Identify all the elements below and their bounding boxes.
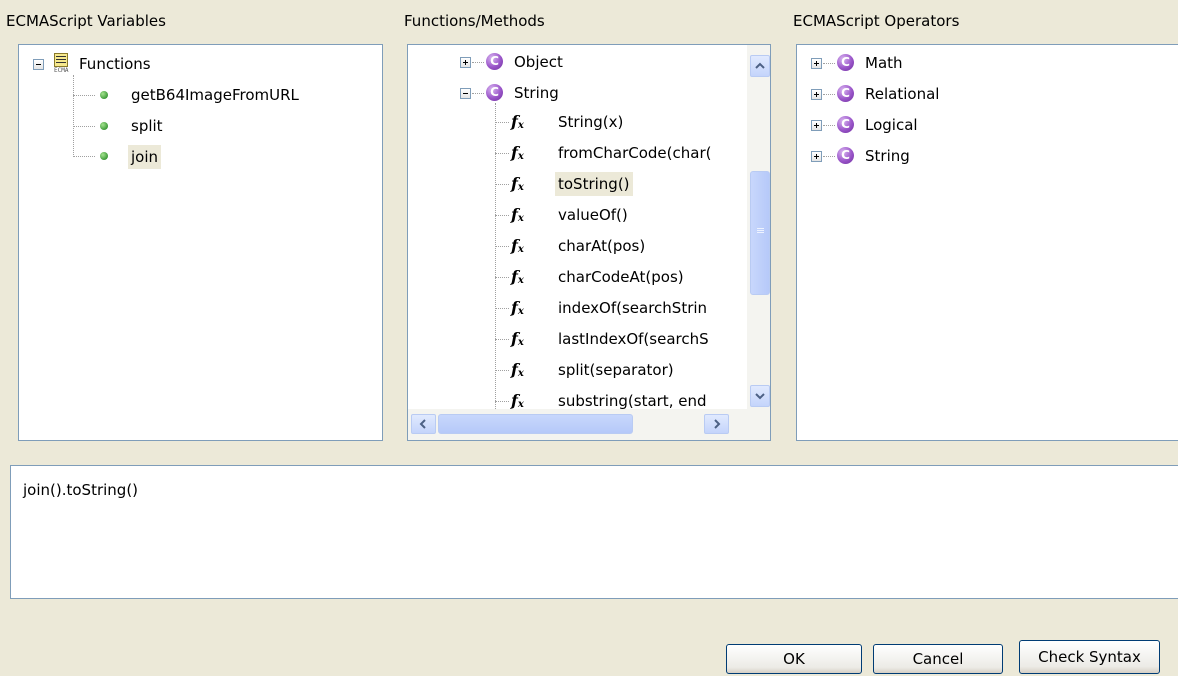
tree-item-label: fromCharCode(char(	[558, 144, 712, 162]
scroll-down-button[interactable]	[750, 385, 770, 407]
tree-item-label: lastIndexOf(searchS	[558, 330, 709, 348]
method-icon: fx	[511, 205, 524, 224]
tree-node-label: Logical	[865, 116, 918, 134]
collapse-toggle-functions[interactable]	[33, 59, 44, 70]
variables-panel-title: ECMAScript Variables	[6, 12, 166, 30]
tree-item-label: split(separator)	[558, 361, 674, 379]
tree-item-label: charAt(pos)	[558, 237, 646, 255]
check-syntax-button[interactable]: Check Syntax	[1019, 640, 1160, 674]
method-icon: fx	[511, 112, 524, 131]
scroll-left-button[interactable]	[411, 414, 436, 434]
tree-node-label: String	[514, 84, 559, 102]
tree-item-label: valueOf()	[558, 206, 628, 224]
tree-item-label: indexOf(searchStrin	[558, 299, 708, 317]
horizontal-scroll-thumb[interactable]	[438, 414, 633, 434]
variables-tree[interactable]: ECMA Functions getB64ImageFromURL split …	[18, 44, 383, 441]
method-icon: fx	[511, 391, 524, 409]
class-icon: C	[837, 54, 854, 71]
tree-item-label: split	[131, 117, 163, 135]
class-icon: C	[486, 84, 503, 101]
functions-panel-title: Functions/Methods	[404, 12, 545, 30]
operators-panel-title: ECMAScript Operators	[793, 12, 960, 30]
function-icon	[100, 91, 108, 99]
tree-node-label: Object	[514, 53, 563, 71]
method-icon: fx	[511, 174, 524, 193]
tree-item-label: String(x)	[558, 113, 624, 131]
tree-node-label: Functions	[79, 55, 151, 73]
ecma-icon: ECMA	[54, 53, 71, 75]
functions-tree[interactable]: C Object C String fx String(x) fx fromCharC…	[407, 44, 771, 441]
tree-item-label: substring(start, end	[558, 392, 707, 409]
tree-item-label: toString()	[555, 172, 633, 196]
method-icon: fx	[511, 236, 524, 255]
tree-node-label: Math	[865, 54, 903, 72]
scroll-thumb[interactable]	[750, 171, 770, 295]
expression-editor[interactable]: join().toString()	[10, 465, 1178, 599]
tree-item-label: getB64ImageFromURL	[131, 86, 299, 104]
tree-node-label: Relational	[865, 85, 940, 103]
collapse-toggle-string[interactable]	[460, 88, 471, 99]
class-icon: C	[486, 53, 503, 70]
vertical-scrollbar[interactable]	[747, 45, 770, 409]
expand-toggle[interactable]	[811, 58, 822, 69]
horizontal-scrollbar[interactable]	[408, 409, 770, 440]
scroll-up-button[interactable]	[750, 55, 770, 77]
operators-tree[interactable]: C Math C Relational C Logical C String	[796, 44, 1178, 441]
class-icon: C	[837, 147, 854, 164]
function-icon	[100, 122, 108, 130]
class-icon: C	[837, 116, 854, 133]
method-icon: fx	[511, 143, 524, 162]
scroll-right-button[interactable]	[704, 414, 729, 434]
expand-toggle[interactable]	[811, 120, 822, 131]
method-icon: fx	[511, 267, 524, 286]
method-icon: fx	[511, 298, 524, 317]
expand-toggle[interactable]	[811, 151, 822, 162]
function-icon	[100, 152, 108, 160]
expand-toggle-object[interactable]	[460, 57, 471, 68]
method-icon: fx	[511, 360, 524, 379]
tree-node-label: String	[865, 147, 910, 165]
class-icon: C	[837, 85, 854, 102]
tree-item-label: charCodeAt(pos)	[558, 268, 684, 286]
cancel-button[interactable]: Cancel	[873, 644, 1003, 674]
ok-button[interactable]: OK	[726, 644, 862, 674]
method-icon: fx	[511, 329, 524, 348]
tree-item-label: join	[128, 145, 162, 169]
expand-toggle[interactable]	[811, 89, 822, 100]
expression-text[interactable]: join().toString()	[23, 481, 138, 499]
